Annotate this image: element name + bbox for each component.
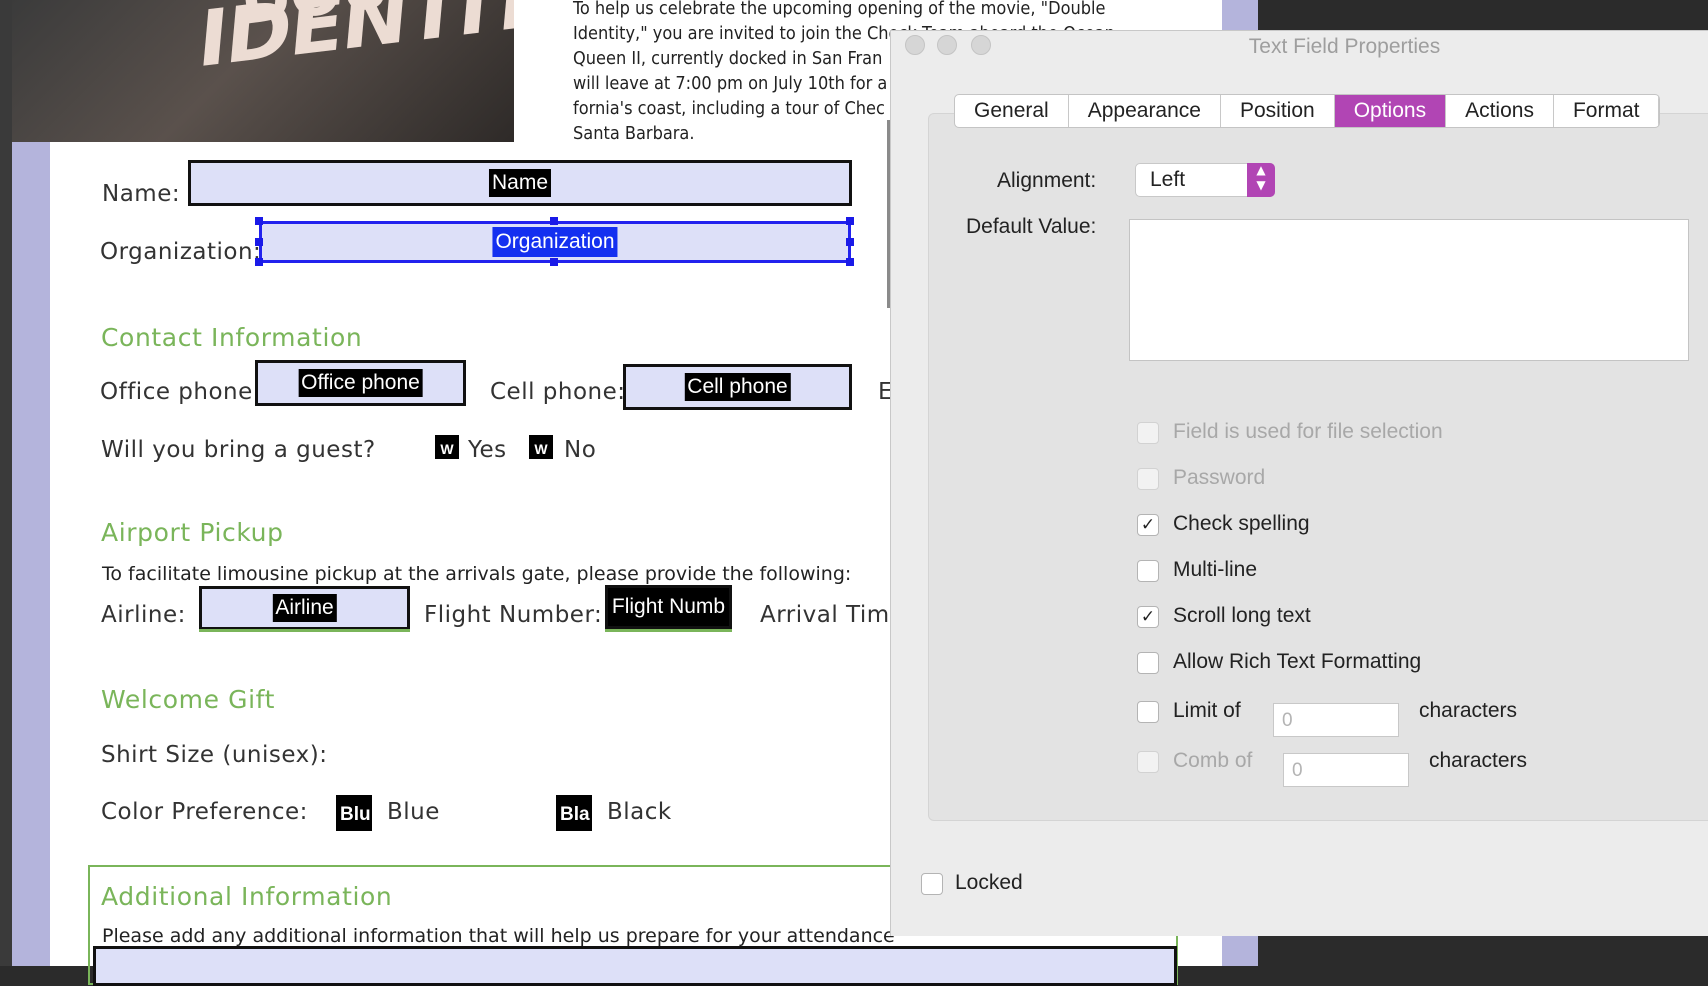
organization-field[interactable]: Organization	[259, 221, 851, 263]
tab-appearance[interactable]: Appearance	[1069, 95, 1221, 127]
name-label: Name:	[102, 181, 181, 207]
intro-line: fornia's coast, including a tour of Chec	[573, 98, 885, 119]
password-checkbox[interactable]	[1137, 468, 1159, 490]
guest-yes-label: Yes	[468, 437, 507, 463]
blue-radio-button[interactable]: Blu	[336, 795, 372, 831]
airport-instructions: To facilitate limousine pickup at the ar…	[102, 563, 852, 585]
resize-handle[interactable]	[846, 258, 854, 266]
intro-paragraph: To help us celebrate the upcoming openin…	[573, 0, 1115, 146]
intro-line: Identity," you are invited to join the C…	[573, 23, 1115, 44]
alignment-select[interactable]: Left ▲ ▼	[1135, 163, 1275, 197]
limit-characters-suffix: characters	[1419, 699, 1518, 722]
poster-title: IDENTITY	[194, 0, 514, 86]
alignment-label: Alignment:	[997, 169, 1097, 192]
check-spelling-checkbox[interactable]: ✓	[1137, 514, 1159, 536]
airline-field[interactable]: Airline	[199, 586, 410, 630]
resize-handle[interactable]	[255, 217, 263, 225]
file-selection-checkbox[interactable]	[1137, 422, 1159, 444]
multi-line-label: Multi-line	[1173, 558, 1258, 581]
multi-line-checkbox[interactable]	[1137, 560, 1159, 582]
limit-of-label: Limit of	[1173, 699, 1241, 722]
office-phone-label: Office phone:	[100, 379, 262, 405]
chevron-updown-icon: ▲ ▼	[1247, 163, 1275, 197]
tab-format[interactable]: Format	[1554, 95, 1660, 127]
flight-number-label: Flight Number:	[424, 602, 603, 628]
default-value-textarea[interactable]	[1129, 219, 1689, 361]
comb-characters-input[interactable]: 0	[1283, 753, 1409, 787]
movie-poster-image: DOU IDENTITY	[12, 0, 514, 142]
scroll-long-text-checkbox[interactable]: ✓	[1137, 606, 1159, 628]
additional-info-field[interactable]	[93, 946, 1177, 986]
guest-yes-checkbox[interactable]: W	[435, 435, 459, 459]
comb-characters-suffix: characters	[1429, 749, 1528, 772]
tab-actions[interactable]: Actions	[1446, 95, 1554, 127]
resize-handle[interactable]	[846, 238, 854, 246]
limit-of-checkbox[interactable]	[1137, 701, 1159, 723]
organization-field-tag: Organization	[492, 227, 618, 257]
limit-characters-input[interactable]: 0	[1273, 703, 1399, 737]
intro-line: Queen II, currently docked in San Fran	[573, 48, 883, 69]
black-radio-button[interactable]: Bla	[556, 795, 592, 831]
gift-section-heading: Welcome Gift	[101, 685, 275, 714]
scroll-long-text-label: Scroll long text	[1173, 604, 1311, 627]
resize-handle[interactable]	[255, 238, 263, 246]
organization-label: Organization:	[100, 239, 262, 265]
resize-handle[interactable]	[550, 258, 558, 266]
black-option-label: Black	[607, 799, 672, 825]
rich-text-label: Allow Rich Text Formatting	[1173, 650, 1422, 673]
default-value-label: Default Value:	[966, 215, 1097, 238]
intro-line: Santa Barbara.	[573, 123, 695, 144]
flight-number-field[interactable]: Flight Numb	[605, 585, 732, 629]
blue-option-label: Blue	[387, 799, 440, 825]
guest-no-label: No	[564, 437, 597, 463]
airline-label: Airline:	[101, 602, 186, 628]
rich-text-checkbox[interactable]	[1137, 652, 1159, 674]
shirt-size-label: Shirt Size (unisex):	[101, 742, 328, 768]
name-field[interactable]: Name	[188, 160, 852, 206]
office-phone-field[interactable]: Office phone	[255, 360, 466, 406]
dialog-title: Text Field Properties	[1248, 35, 1441, 58]
page-margin-left	[12, 0, 50, 966]
tab-position[interactable]: Position	[1221, 95, 1335, 127]
workspace-edge	[0, 0, 12, 966]
intro-line: will leave at 7:00 pm on July 10th for a	[573, 73, 888, 94]
office-phone-field-tag: Office phone	[298, 369, 423, 397]
check-spelling-label: Check spelling	[1173, 512, 1310, 535]
locked-checkbox[interactable]	[921, 873, 943, 895]
color-preference-label: Color Preference:	[101, 799, 308, 825]
airport-section-heading: Airport Pickup	[101, 518, 284, 547]
tab-general[interactable]: General	[955, 95, 1069, 127]
guest-question-label: Will you bring a guest?	[101, 437, 376, 463]
contact-section-heading: Contact Information	[101, 323, 363, 352]
resize-handle[interactable]	[550, 217, 558, 225]
alignment-select-value: Left	[1150, 168, 1186, 191]
resize-handle[interactable]	[255, 258, 263, 266]
tab-bar: General Appearance Position Options Acti…	[954, 94, 1661, 128]
airline-field-tag: Airline	[272, 594, 337, 622]
field-underline	[605, 629, 732, 632]
comb-of-checkbox[interactable]	[1137, 751, 1159, 773]
file-selection-label: Field is used for file selection	[1173, 420, 1443, 443]
comb-of-label: Comb of	[1173, 749, 1253, 772]
tab-options[interactable]: Options	[1334, 95, 1447, 127]
intro-line: To help us celebrate the upcoming openin…	[573, 0, 1106, 19]
field-underline	[199, 629, 410, 632]
flight-number-field-tag: Flight Numb	[608, 593, 729, 621]
additional-instructions: Please add any additional information th…	[102, 925, 895, 947]
cell-phone-field-tag: Cell phone	[684, 373, 791, 401]
arrival-time-label: Arrival Time	[760, 602, 905, 628]
locked-label: Locked	[955, 871, 1023, 894]
cell-phone-label: Cell phone:	[490, 379, 626, 405]
resize-handle[interactable]	[846, 217, 854, 225]
text-field-properties-dialog: Text Field Properties General Appearance…	[890, 30, 1708, 936]
name-field-tag: Name	[488, 169, 552, 197]
cell-phone-field[interactable]: Cell phone	[623, 364, 852, 410]
password-label: Password	[1173, 466, 1266, 489]
additional-section-heading: Additional Information	[101, 882, 393, 911]
guest-no-checkbox[interactable]: W	[529, 435, 553, 459]
